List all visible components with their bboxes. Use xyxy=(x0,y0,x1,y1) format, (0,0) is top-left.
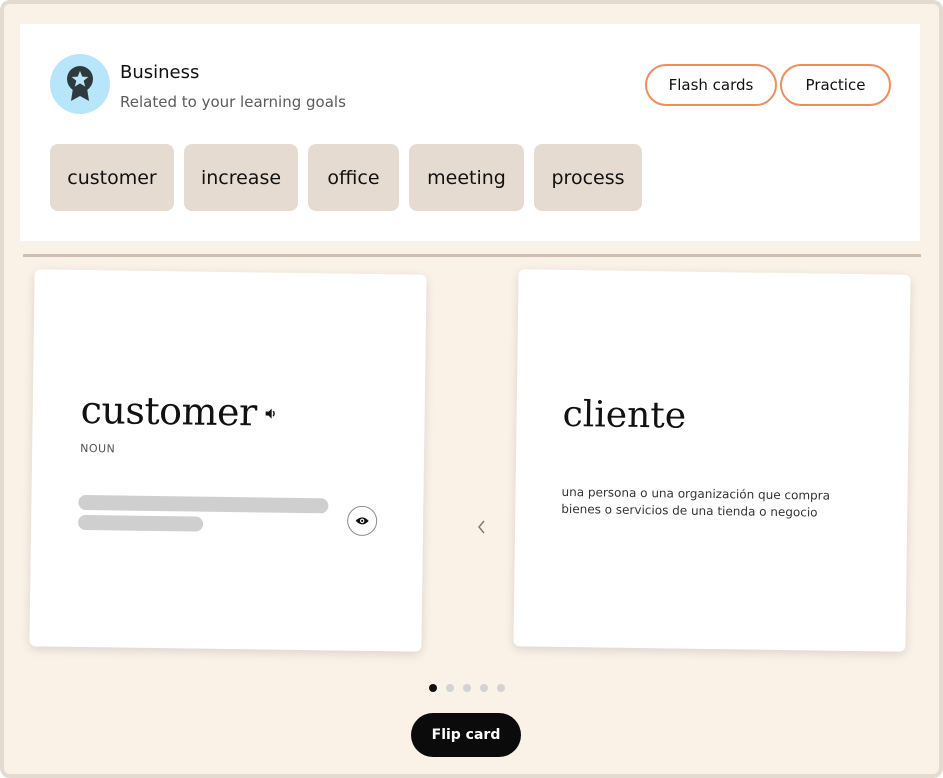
flashcard-front[interactable]: customer NOUN xyxy=(29,269,427,652)
hidden-definition-placeholder xyxy=(78,494,329,514)
word-chip-office[interactable]: office xyxy=(308,144,399,211)
section-divider xyxy=(23,254,921,257)
practice-button[interactable]: Practice xyxy=(780,64,891,106)
topic-panel: Business Related to your learning goals … xyxy=(20,24,920,241)
front-word: customer xyxy=(80,387,258,435)
award-star-icon xyxy=(67,66,93,101)
flashcard-frame: Business Related to your learning goals … xyxy=(0,0,943,778)
speaker-icon[interactable] xyxy=(265,408,277,420)
part-of-speech-label: NOUN xyxy=(80,441,116,456)
chevron-left-icon[interactable] xyxy=(474,518,490,536)
topic-badge xyxy=(50,54,110,114)
word-chip-customer[interactable]: customer xyxy=(50,144,174,211)
word-chip-meeting[interactable]: meeting xyxy=(409,144,524,211)
translation-word: cliente xyxy=(562,393,687,437)
flip-card-button[interactable]: Flip card xyxy=(411,713,521,757)
hidden-definition-placeholder xyxy=(78,514,204,532)
pagination-dot[interactable] xyxy=(429,684,437,692)
translation-definition: una persona o una organización que compr… xyxy=(561,484,831,520)
topic-subtitle: Related to your learning goals xyxy=(120,93,346,111)
pagination-dot[interactable] xyxy=(480,684,488,692)
word-chip-increase[interactable]: increase xyxy=(184,144,298,211)
pagination-dot[interactable] xyxy=(446,684,454,692)
flashcard-back[interactable]: cliente una persona o una organización q… xyxy=(513,269,911,652)
word-chip-process[interactable]: process xyxy=(534,144,642,211)
reveal-definition-button[interactable] xyxy=(346,505,378,537)
topic-title: Business xyxy=(120,62,200,83)
flash-cards-button[interactable]: Flash cards xyxy=(645,64,777,106)
pagination-dot[interactable] xyxy=(463,684,471,692)
eye-icon xyxy=(355,517,369,525)
pagination-dot[interactable] xyxy=(497,684,505,692)
